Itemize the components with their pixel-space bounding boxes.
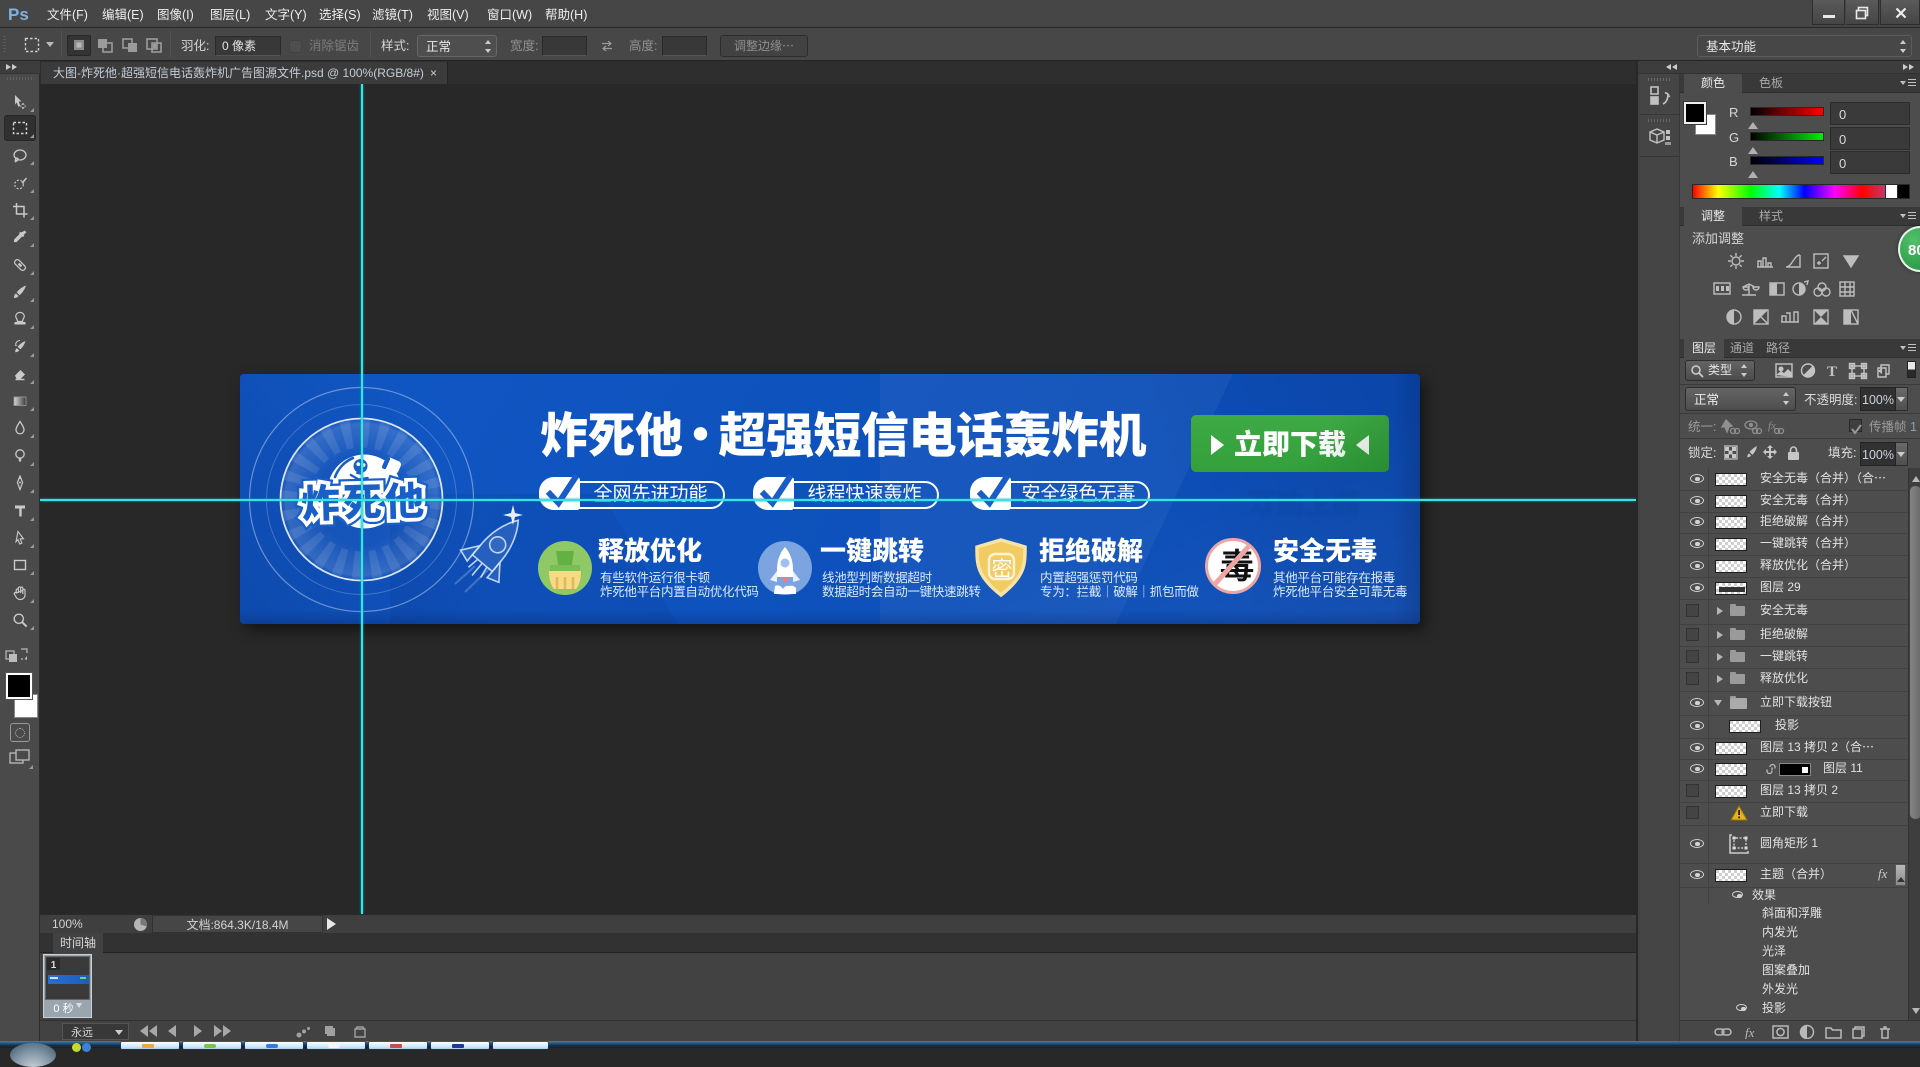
svg-text:T: T xyxy=(1827,364,1837,380)
svg-text:密: 密 xyxy=(992,553,1013,583)
svg-text:fx: fx xyxy=(1745,1025,1755,1039)
